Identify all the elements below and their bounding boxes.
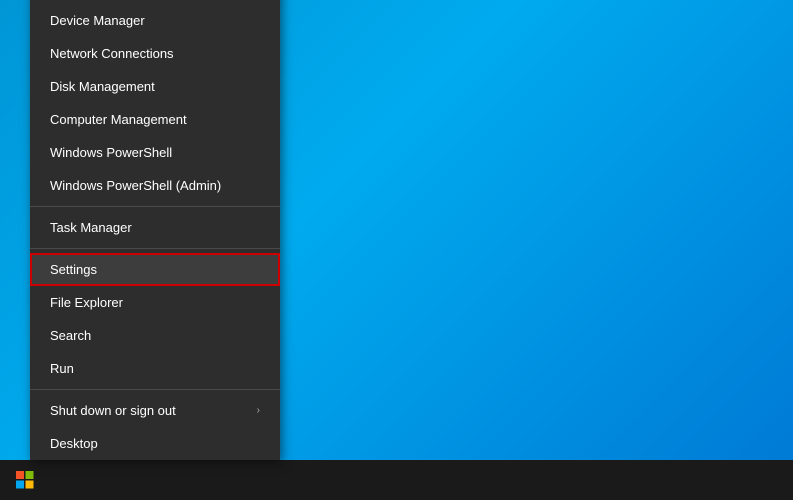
windows-logo-icon bbox=[16, 471, 34, 489]
menu-item-file-explorer[interactable]: File Explorer bbox=[30, 286, 280, 319]
menu-item-label-network-connections: Network Connections bbox=[50, 46, 174, 61]
menu-item-label-windows-powershell: Windows PowerShell bbox=[50, 145, 172, 160]
menu-item-device-manager[interactable]: Device Manager bbox=[30, 4, 280, 37]
menu-item-network-connections[interactable]: Network Connections bbox=[30, 37, 280, 70]
menu-item-label-search: Search bbox=[50, 328, 91, 343]
menu-separator bbox=[30, 206, 280, 207]
menu-item-windows-powershell[interactable]: Windows PowerShell bbox=[30, 136, 280, 169]
menu-item-label-shut-down-sign-out: Shut down or sign out bbox=[50, 403, 176, 418]
menu-item-windows-powershell-admin[interactable]: Windows PowerShell (Admin) bbox=[30, 169, 280, 202]
menu-item-label-task-manager: Task Manager bbox=[50, 220, 132, 235]
menu-item-run[interactable]: Run bbox=[30, 352, 280, 385]
menu-item-search[interactable]: Search bbox=[30, 319, 280, 352]
start-button[interactable] bbox=[0, 460, 50, 500]
submenu-chevron-icon: › bbox=[257, 405, 260, 416]
menu-item-desktop[interactable]: Desktop bbox=[30, 427, 280, 460]
menu-separator bbox=[30, 248, 280, 249]
menu-item-label-file-explorer: File Explorer bbox=[50, 295, 123, 310]
menu-item-label-desktop: Desktop bbox=[50, 436, 98, 451]
menu-item-label-device-manager: Device Manager bbox=[50, 13, 145, 28]
menu-item-settings[interactable]: Settings bbox=[30, 253, 280, 286]
taskbar bbox=[0, 460, 793, 500]
menu-item-task-manager[interactable]: Task Manager bbox=[30, 211, 280, 244]
menu-separator bbox=[30, 389, 280, 390]
menu-item-label-disk-management: Disk Management bbox=[50, 79, 155, 94]
menu-item-computer-management[interactable]: Computer Management bbox=[30, 103, 280, 136]
menu-item-disk-management[interactable]: Disk Management bbox=[30, 70, 280, 103]
menu-item-label-computer-management: Computer Management bbox=[50, 112, 187, 127]
menu-item-label-run: Run bbox=[50, 361, 74, 376]
desktop: Apps and FeaturesPower OptionsEvent View… bbox=[0, 0, 793, 500]
menu-item-label-windows-powershell-admin: Windows PowerShell (Admin) bbox=[50, 178, 221, 193]
context-menu: Apps and FeaturesPower OptionsEvent View… bbox=[30, 0, 280, 460]
menu-item-shut-down-sign-out[interactable]: Shut down or sign out › bbox=[30, 394, 280, 427]
menu-item-label-settings: Settings bbox=[50, 262, 97, 277]
